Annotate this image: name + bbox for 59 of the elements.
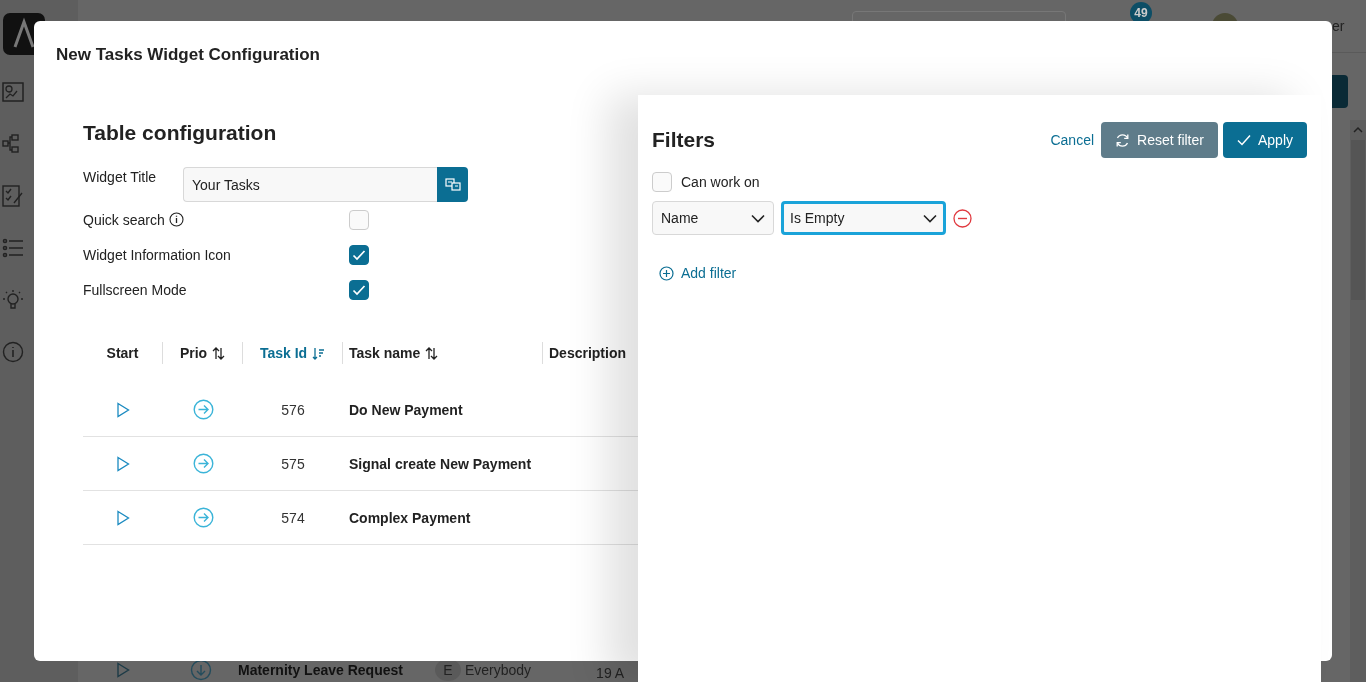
apply-button[interactable]: Apply <box>1222 122 1307 158</box>
info-icon[interactable] <box>168 212 184 227</box>
column-header[interactable]: Task Id <box>259 345 326 361</box>
field-dropdown[interactable]: Name <box>652 201 774 235</box>
cancel-link[interactable]: Cancel <box>1050 132 1095 148</box>
chevron-down-icon <box>751 213 765 223</box>
assignee-name: Everybody <box>464 662 532 678</box>
task-id: 575 <box>281 455 305 472</box>
list-icon[interactable] <box>2 237 24 259</box>
widget-title-field[interactable]: Your Tasks <box>183 167 437 202</box>
sort-descending-icon[interactable] <box>312 346 326 360</box>
checkbox-label: Can work on <box>681 174 760 190</box>
lightbulb-icon[interactable] <box>2 289 24 311</box>
scrollbar[interactable] <box>1350 120 1366 682</box>
notification-badge: 49 <box>1130 2 1152 24</box>
scroll-up-icon[interactable] <box>1353 126 1363 134</box>
column-header[interactable]: Description <box>549 345 626 361</box>
chart-icon[interactable] <box>2 81 24 103</box>
task-date: 19 A <box>596 665 625 681</box>
task-name: Maternity Leave Request <box>238 662 403 678</box>
remove-icon[interactable] <box>953 208 972 228</box>
checkmark-icon <box>352 248 366 261</box>
checkmark-icon <box>352 283 366 296</box>
translate-icon <box>444 177 461 192</box>
sort-icon[interactable] <box>425 346 439 360</box>
assignee-avatar: E <box>434 659 461 681</box>
option-label: Fullscreen Mode <box>83 281 187 298</box>
play-icon[interactable] <box>116 662 130 678</box>
operator-dropdown[interactable]: Is Empty <box>781 201 946 235</box>
dialog-title: New Tasks Widget Configuration <box>56 45 320 65</box>
task-id: 576 <box>281 401 305 418</box>
option-label: Quick search <box>83 211 165 228</box>
panel-title: Filters <box>652 128 716 152</box>
reset-filter-button[interactable]: Reset filter <box>1101 122 1218 158</box>
play-icon[interactable] <box>116 509 130 526</box>
add-filter-link[interactable]: Add filter <box>659 265 737 281</box>
user-name: er <box>1332 18 1345 34</box>
play-icon[interactable] <box>116 401 130 418</box>
translate-button[interactable] <box>437 167 468 202</box>
checkbox[interactable] <box>349 279 369 300</box>
chevron-down-icon <box>923 213 937 223</box>
sort-icon[interactable] <box>212 346 226 360</box>
column-header[interactable]: Start <box>106 345 139 361</box>
field-label: Widget Title <box>83 168 158 185</box>
play-icon[interactable] <box>116 455 130 472</box>
column-header[interactable]: Prio <box>179 345 226 361</box>
checkmark-icon <box>1236 134 1251 146</box>
column-header[interactable]: Task name <box>349 345 439 361</box>
task-name: Do New Payment <box>349 401 463 418</box>
section-title: Table configuration <box>83 121 278 145</box>
checkbox[interactable] <box>349 244 369 265</box>
checklist-icon[interactable] <box>2 185 24 207</box>
task-name: Signal create New Payment <box>349 455 532 472</box>
refresh-icon <box>1115 132 1131 148</box>
task-id: 574 <box>281 509 305 526</box>
task-name: Complex Payment <box>349 509 471 526</box>
plus-circle-icon <box>659 265 674 281</box>
arrow-circle-icon[interactable] <box>190 659 212 681</box>
option-label: Widget Information Icon <box>83 246 231 263</box>
